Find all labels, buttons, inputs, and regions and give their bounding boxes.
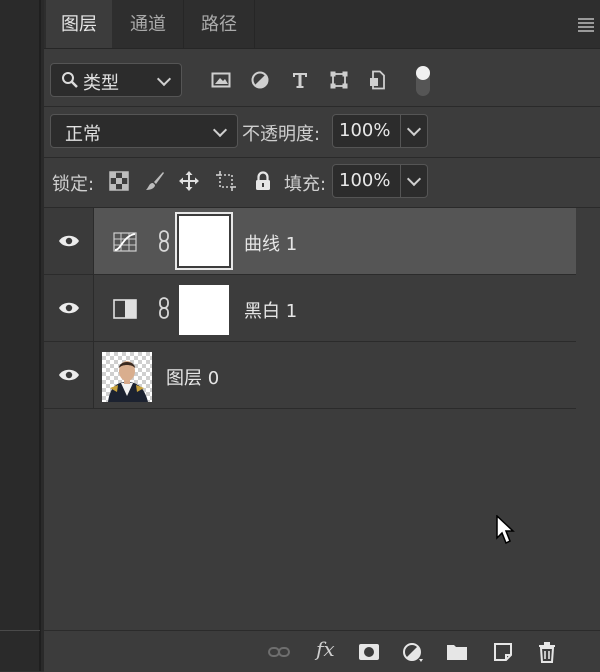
tab-channels[interactable]: 通道 <box>113 0 184 48</box>
visibility-cell[interactable] <box>44 275 94 341</box>
layer-style-fx-icon[interactable]: fx <box>316 637 335 661</box>
layer-name[interactable]: 图层 0 <box>166 364 219 390</box>
curves-adjustment-icon[interactable] <box>113 232 137 252</box>
divider <box>44 157 600 158</box>
adjustment-layer-filter-icon[interactable] <box>250 70 270 90</box>
layer-row-curves[interactable]: 曲线 1 <box>44 208 576 275</box>
left-dock-strip <box>0 0 44 671</box>
lock-image-pixels-brush-icon[interactable] <box>144 170 166 192</box>
layer-mask-thumbnail[interactable] <box>179 285 229 335</box>
blend-mode-value: 正常 <box>65 124 101 145</box>
filter-kind-label: 类型 <box>83 73 119 94</box>
divider <box>44 106 600 107</box>
chevron-down-icon <box>406 171 422 187</box>
tab-layers[interactable]: 图层 <box>46 0 112 48</box>
fill-label: 填充: <box>284 174 327 195</box>
new-group-folder-icon[interactable] <box>446 641 468 663</box>
dock-divider-horizontal <box>0 630 40 631</box>
filter-toggle[interactable] <box>416 66 430 96</box>
black-white-adjustment-icon[interactable] <box>113 299 137 319</box>
layer-filter-select[interactable]: 类型 <box>50 63 182 97</box>
link-icon[interactable] <box>158 297 170 319</box>
new-layer-icon[interactable] <box>492 641 514 663</box>
fill-value: 100% <box>339 170 391 191</box>
smart-object-filter-icon[interactable] <box>368 70 388 90</box>
lock-transparent-pixels-icon[interactable] <box>108 170 130 192</box>
add-mask-icon[interactable] <box>358 641 380 663</box>
lock-artboard-icon[interactable] <box>215 170 237 192</box>
fill-dropdown-button[interactable] <box>400 165 427 197</box>
shape-layer-filter-icon[interactable] <box>329 70 349 90</box>
mouse-cursor-icon <box>496 515 515 545</box>
tab-paths[interactable]: 路径 <box>184 0 255 48</box>
layer-row-pixel[interactable]: 图层 0 <box>44 342 576 409</box>
opacity-label: 不透明度: <box>242 124 321 145</box>
portrait-image <box>108 361 148 402</box>
type-layer-filter-icon[interactable] <box>290 70 310 90</box>
new-adjustment-layer-icon[interactable] <box>402 641 424 663</box>
layer-row-black-white[interactable]: 黑白 1 <box>44 275 576 342</box>
layer-thumbnail-portrait[interactable] <box>102 352 152 402</box>
visibility-cell[interactable] <box>44 208 94 274</box>
panel-menu-icon[interactable] <box>578 18 594 32</box>
pixel-layer-filter-icon[interactable] <box>211 70 231 90</box>
search-icon <box>62 72 78 88</box>
eye-icon[interactable] <box>58 368 80 382</box>
delete-layer-trash-icon[interactable] <box>536 641 558 663</box>
chevron-down-icon <box>406 121 422 137</box>
chevron-down-icon <box>156 71 172 87</box>
eye-icon[interactable] <box>58 301 80 315</box>
lock-position-move-icon[interactable] <box>178 170 200 192</box>
layer-mask-thumbnail[interactable] <box>175 212 233 270</box>
opacity-value: 100% <box>339 120 391 141</box>
panel-tab-bar: 图层 通道 路径 <box>44 0 600 49</box>
visibility-cell[interactable] <box>44 342 94 408</box>
layer-name[interactable]: 曲线 1 <box>244 230 297 256</box>
eye-icon[interactable] <box>58 234 80 248</box>
link-icon[interactable] <box>158 230 170 252</box>
layers-panel: 图层 通道 路径 类型 正常 不透明度: 100% 锁定: 填充: 100% 曲… <box>44 0 600 672</box>
layers-bottom-toolbar: fx <box>44 630 600 672</box>
opacity-dropdown-button[interactable] <box>400 115 427 147</box>
toggle-knob <box>416 66 430 80</box>
layer-name[interactable]: 黑白 1 <box>244 297 297 323</box>
chevron-down-icon <box>212 122 228 138</box>
blend-mode-select[interactable]: 正常 <box>50 114 238 148</box>
lock-label: 锁定: <box>52 174 95 195</box>
opacity-field[interactable]: 100% <box>332 114 428 148</box>
dock-divider[interactable] <box>39 0 41 671</box>
fill-field[interactable]: 100% <box>332 164 428 198</box>
link-layers-icon[interactable] <box>268 641 290 663</box>
lock-all-icon[interactable] <box>252 170 274 192</box>
